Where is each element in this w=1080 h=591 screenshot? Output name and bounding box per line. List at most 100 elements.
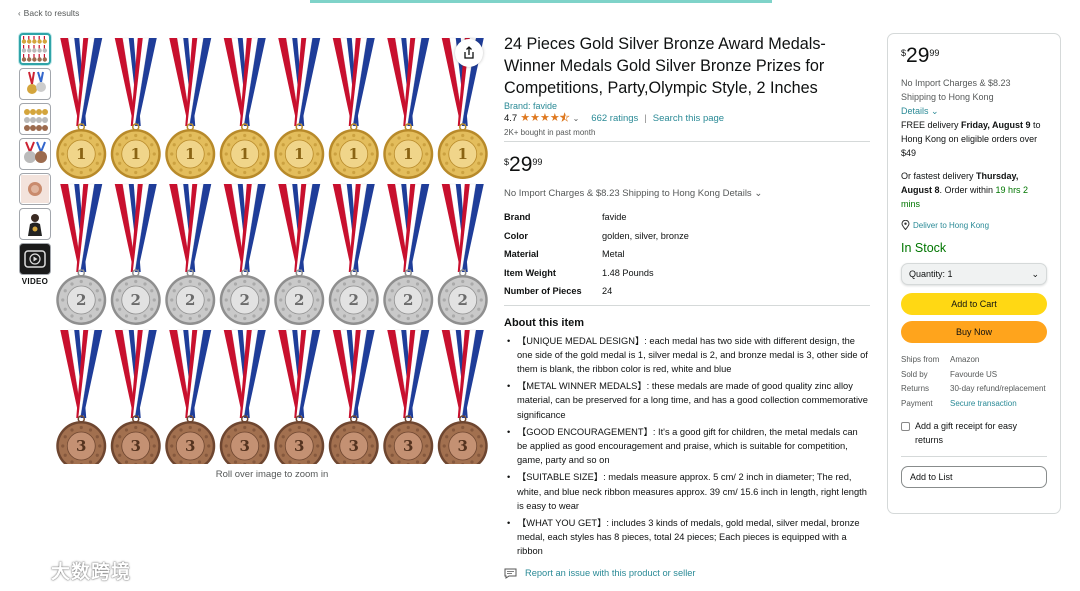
chevron-down-icon: ⌄ — [754, 188, 763, 199]
report-icon — [504, 568, 517, 579]
product-main-image[interactable]: 1 1 1 1 1 1 1 1 2 2 2 2 2 2 2 2 3 3 3 3 3 3 3 3 — [54, 36, 490, 464]
bronze-medal: 3 — [165, 329, 216, 464]
medal-number: 2 — [458, 291, 468, 309]
spec-value: golden, silver, bronze — [602, 230, 689, 241]
bought-count: 2K+ bought in past month — [504, 128, 596, 137]
spec-value: Metal — [602, 249, 625, 260]
medal-number: 3 — [458, 437, 468, 455]
price-fraction: 99 — [929, 48, 940, 58]
medal-number: 1 — [185, 145, 195, 163]
add-to-cart-button[interactable]: Add to Cart — [901, 293, 1047, 315]
play-icon — [24, 250, 46, 268]
add-to-list-button[interactable]: Add to List — [901, 466, 1047, 488]
back-to-results-link[interactable]: ‹ Back to results — [18, 8, 79, 18]
brand-link[interactable]: Brand: favide — [504, 101, 870, 111]
medal-number: 1 — [131, 145, 141, 163]
medal-number: 1 — [458, 145, 468, 163]
gold-medal: 1 — [219, 37, 270, 179]
import-charges: No Import Charges & $8.23 Shipping to Ho… — [504, 188, 870, 199]
silver-medal: 2 — [437, 183, 488, 325]
medal-number: 1 — [349, 145, 359, 163]
seller-info-row: Ships from Amazon — [901, 355, 1047, 366]
medal-number: 1 — [76, 145, 86, 163]
seller-info-row: Returns 30-day refund/replacement — [901, 384, 1047, 395]
spec-row: Material Metal — [504, 245, 794, 264]
medal-number: 3 — [240, 437, 250, 455]
free-delivery-date: Friday, August 9 — [961, 120, 1031, 130]
seller-info-row: Payment Secure transaction — [901, 399, 1047, 410]
gift-receipt-option[interactable]: Add a gift receipt for easy returns — [901, 419, 1047, 447]
spec-value: 1.48 Pounds — [602, 267, 654, 278]
deliver-to-link[interactable]: Deliver to Hong Kong — [901, 220, 1047, 230]
fastest-delivery: Or fastest delivery Thursday, August 8. … — [901, 169, 1047, 211]
deliver-to-label: Deliver to Hong Kong — [913, 220, 990, 230]
medal-number: 2 — [76, 291, 86, 309]
gift-receipt-label: Add a gift receipt for easy returns — [915, 421, 1018, 445]
thumbnail-6[interactable] — [19, 208, 51, 240]
details-link[interactable]: Details ⌄ — [901, 106, 939, 116]
thumbnail-1[interactable] — [19, 33, 51, 65]
star-icon: ★ — [520, 112, 531, 124]
seller-info-value: Amazon — [950, 355, 980, 364]
seller-info-key: Ships from — [901, 355, 940, 364]
spec-row: Brand favide — [504, 208, 794, 227]
price-whole: 29 — [906, 44, 930, 67]
seller-info: Ships from Amazon Sold by Favourde US Return… — [901, 355, 1047, 409]
back-label: Back to results — [23, 8, 80, 18]
zoom-hint: Roll over image to zoom in — [215, 469, 329, 480]
gold-medal: 1 — [56, 37, 107, 179]
buy-now-button[interactable]: Buy Now — [901, 321, 1047, 343]
seller-info-key: Returns — [901, 384, 930, 393]
ratings-count-link[interactable]: 662 ratings — [591, 113, 638, 124]
quantity-select[interactable]: Quantity: 1 ⌄ — [901, 263, 1047, 285]
medal-number: 2 — [349, 291, 359, 309]
product-title: 24 Pieces Gold Silver Bronze Award Medal… — [504, 35, 826, 97]
free-delivery-prefix: FREE delivery — [901, 120, 962, 130]
share-button[interactable] — [455, 39, 483, 67]
watermark-logo: 大数跨境 — [9, 557, 131, 584]
video-thumbnail[interactable] — [19, 243, 51, 275]
seller-info-value[interactable]: Secure transaction — [950, 399, 1017, 410]
bronze-medal: 3 — [56, 329, 107, 464]
medal-number: 2 — [131, 291, 141, 309]
about-heading: About this item — [504, 316, 585, 329]
gift-receipt-checkbox[interactable] — [901, 422, 910, 431]
spec-value: favide — [602, 212, 627, 223]
shipping-text: No Import Charges & $8.23 Shipping to Ho… — [901, 78, 1011, 102]
thumbnail-3[interactable] — [19, 103, 51, 135]
medal-number: 3 — [349, 437, 359, 455]
product-details: 24 Pieces Gold Silver Bronze Award Medal… — [504, 33, 870, 579]
shipping-info: No Import Charges & $8.23 Shipping to Ho… — [901, 76, 1047, 118]
free-delivery: FREE delivery Friday, August 9 to Hong K… — [901, 118, 1047, 160]
gold-medal: 1 — [274, 37, 325, 179]
medal-number: 1 — [294, 145, 304, 163]
bronze-medal: 3 — [110, 329, 161, 464]
report-label: Report an issue with this product or sel… — [525, 568, 696, 579]
spec-row: Number of Pieces 24 — [504, 282, 794, 301]
thumbnail-4[interactable] — [19, 138, 51, 170]
thumbnail-2[interactable] — [19, 68, 51, 100]
about-bullet: 【WHAT YOU GET】: includes 3 kinds of meda… — [504, 516, 870, 559]
quantity-label: Quantity: 1 — [909, 269, 953, 279]
medal-closeup-thumb-icon — [24, 141, 47, 163]
chevron-down-icon[interactable]: ⌄ — [573, 114, 580, 123]
rating-value: 4.7 — [504, 113, 518, 124]
gold-medal: 1 — [110, 37, 161, 179]
medal-number: 3 — [185, 437, 195, 455]
thumbnail-5[interactable] — [19, 173, 51, 205]
import-details-link[interactable]: Details ⌄ — [723, 188, 763, 199]
seller-info-key: Sold by — [901, 369, 928, 379]
bronze-medal: 3 — [437, 329, 488, 464]
divider — [504, 141, 870, 142]
star-rating[interactable]: ★ ★ ★ ★ ★ — [520, 112, 570, 124]
about-bullet: 【SUITABLE SIZE】: medals measure approx. … — [504, 470, 870, 513]
medal-number: 3 — [131, 437, 141, 455]
silver-medal: 2 — [165, 183, 216, 325]
bronze-medal: 3 — [219, 329, 270, 464]
seller-info-value: 30-day refund/replacement — [950, 384, 1046, 393]
buy-box: $ 29 99 No Import Charges & $8.23 Shippi… — [887, 33, 1061, 514]
search-page-link[interactable]: Search this page — [653, 113, 724, 124]
silver-medal: 2 — [219, 183, 270, 325]
report-issue-link[interactable]: Report an issue with this product or sel… — [504, 568, 870, 579]
watermark-text: 大数跨境 — [51, 562, 132, 583]
